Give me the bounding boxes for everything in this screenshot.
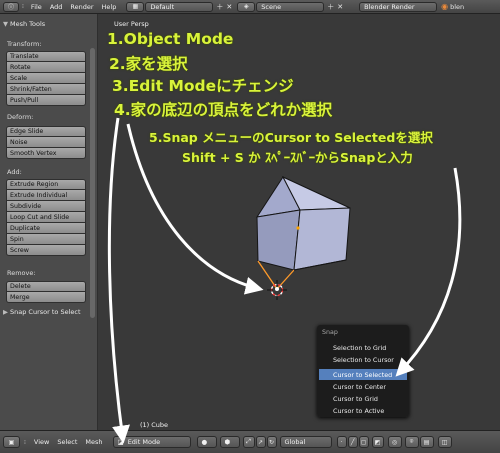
remove-layout-icon[interactable]: ✕ xyxy=(226,3,232,11)
annotation-step4: 4.家の底辺の頂点をどれか選択 xyxy=(114,101,333,119)
screen-layout-field[interactable]: Default xyxy=(145,1,214,12)
render-preview-icon[interactable]: ◫ xyxy=(437,436,452,448)
mode-select[interactable]: ◪ Edit Mode xyxy=(112,436,191,448)
extrude-individual-button[interactable]: Extrude Individual xyxy=(6,190,86,201)
menu-select[interactable]: Select xyxy=(53,438,81,446)
annotation-step2: 2.家を選択 xyxy=(109,55,188,73)
push-pull-button[interactable]: Push/Pull xyxy=(6,95,86,106)
scale-button[interactable]: Scale xyxy=(6,73,86,84)
smooth-vertex-button[interactable]: Smooth Vertex xyxy=(6,148,86,159)
menu-file[interactable]: File xyxy=(27,3,46,11)
operator-panel-header[interactable]: ▶ Snap Cursor to Select xyxy=(3,308,81,316)
add-layout-icon[interactable]: ＋ xyxy=(216,2,223,12)
editor-type-button-3d[interactable]: ▣ xyxy=(3,436,20,448)
menu-help[interactable]: Help xyxy=(98,3,121,11)
panel-title: Mesh Tools xyxy=(10,20,46,28)
header-collapse-icon[interactable]: ⁝ xyxy=(22,3,24,10)
screen-layout-icon[interactable]: ▦ xyxy=(126,1,145,12)
transform-orientation-select[interactable]: Global xyxy=(279,436,332,448)
loop-cut-and-slide-button[interactable]: Loop Cut and Slide xyxy=(6,212,86,223)
version-text: blen xyxy=(450,2,465,11)
snap-selection-to-grid[interactable]: Selection to Grid xyxy=(319,342,407,353)
edit-mode-icon: ◪ xyxy=(117,438,124,446)
shelf-scrollbar[interactable] xyxy=(90,48,95,318)
info-header: ⓘ ⁝ File Add Render Help ▦ Default ＋ ✕ ◈… xyxy=(0,0,500,14)
3d-view-header: ▣ ⁝ View Select Mesh ◪ Edit Mode ● ⬢ ⤢ ↗… xyxy=(0,430,500,453)
menu-add[interactable]: Add xyxy=(46,3,67,11)
edge-select-mode-icon[interactable]: ╱ xyxy=(347,436,358,448)
vertex-select-mode-icon[interactable]: · xyxy=(336,436,347,448)
3d-cursor-icon[interactable] xyxy=(267,280,287,300)
snap-selection-to-cursor[interactable]: Selection to Cursor xyxy=(319,354,407,365)
manipulator-toggle[interactable]: ⤢ xyxy=(242,436,255,448)
mode-label: Edit Mode xyxy=(127,438,161,446)
snap-cursor-to-selected[interactable]: Cursor to Selected xyxy=(319,369,407,380)
menu-mesh[interactable]: Mesh xyxy=(81,438,106,446)
annotation-step3: 3.Edit Modeにチェンジ xyxy=(112,77,294,95)
section-label-add: Add: xyxy=(7,168,22,176)
proportional-edit-icon[interactable]: ◎ xyxy=(387,436,402,448)
pivot-point-select[interactable]: ⬢ xyxy=(219,436,240,448)
extrude-region-button[interactable]: Extrude Region xyxy=(6,179,86,190)
tool-shelf: ▼ Mesh Tools Transform: Translate Rotate … xyxy=(0,14,98,430)
info-icon: ⓘ xyxy=(7,4,14,11)
translate-button[interactable]: Translate xyxy=(6,51,86,62)
snap-menu-title: Snap xyxy=(322,329,338,336)
header-menu-toggle-icon[interactable]: ⁝ xyxy=(24,439,26,446)
operator-panel-title: Snap Cursor to Select xyxy=(10,308,81,316)
collapse-triangle-icon: ▼ xyxy=(3,20,8,28)
snap-cursor-to-grid[interactable]: Cursor to Grid xyxy=(319,393,407,404)
occlude-geometry-icon[interactable]: ◩ xyxy=(371,436,384,448)
rotate-button[interactable]: Rotate xyxy=(6,62,86,73)
scene-icon[interactable]: ◈ xyxy=(237,1,256,12)
annotation-step1: 1.Object Mode xyxy=(107,30,234,48)
menu-render[interactable]: Render xyxy=(66,3,97,11)
snap-menu: Snap Selection to Grid Selection to Curs… xyxy=(317,325,409,417)
annotation-step5-subtext: Shift + S か ｽﾍﾟｰｽﾊﾞｰからSnapと入力 xyxy=(182,150,413,165)
noise-button[interactable]: Noise xyxy=(6,137,86,148)
translate-manipulator-icon[interactable]: ↗ xyxy=(255,436,266,448)
snap-cursor-to-active[interactable]: Cursor to Active xyxy=(319,405,407,416)
remove-scene-icon[interactable]: ✕ xyxy=(337,3,343,11)
subdivide-button[interactable]: Subdivide xyxy=(6,201,86,212)
section-label-remove: Remove: xyxy=(7,269,36,277)
scene-field[interactable]: Scene xyxy=(256,1,325,12)
mesh-tools-panel-header[interactable]: ▼ Mesh Tools xyxy=(3,20,45,28)
spin-button[interactable]: Spin xyxy=(6,234,86,245)
face-select-mode-icon[interactable]: ▢ xyxy=(358,436,369,448)
blender-logo-icon: ◉ xyxy=(441,2,449,11)
menu-view[interactable]: View xyxy=(30,438,53,446)
screw-button[interactable]: Screw xyxy=(6,245,86,256)
object-info: (1) Cube xyxy=(140,421,169,429)
duplicate-button[interactable]: Duplicate xyxy=(6,223,86,234)
editor-type-button[interactable]: ⓘ xyxy=(3,1,19,12)
expand-triangle-icon: ▶ xyxy=(3,308,8,316)
section-label-transform: Transform: xyxy=(7,40,42,48)
snap-toggle-icon[interactable]: ⌾ xyxy=(404,436,419,448)
3d-view-icon: ▣ xyxy=(8,438,15,446)
section-label-deform: Deform: xyxy=(7,113,34,121)
merge-button[interactable]: Merge xyxy=(6,292,86,303)
edge-slide-button[interactable]: Edge Slide xyxy=(6,126,86,137)
shrink-fatten-button[interactable]: Shrink/Fatten xyxy=(6,84,86,95)
rotate-manipulator-icon[interactable]: ↻ xyxy=(266,436,277,448)
annotation-step5: 5.Snap メニューのCursor to Selectedを選択 xyxy=(149,130,433,145)
add-scene-icon[interactable]: ＋ xyxy=(327,2,334,12)
snap-element-icon[interactable]: ▤ xyxy=(419,436,434,448)
delete-button[interactable]: Delete xyxy=(6,281,86,292)
render-engine-select[interactable]: Blender Render xyxy=(359,1,438,12)
viewport-shading-select[interactable]: ● xyxy=(196,436,217,448)
snap-cursor-to-center[interactable]: Cursor to Center xyxy=(319,381,407,392)
